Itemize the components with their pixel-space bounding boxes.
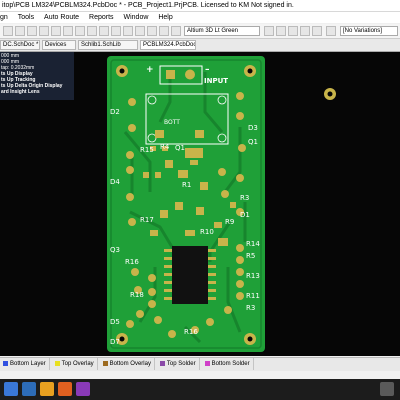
batt-pad-2[interactable] (195, 130, 204, 138)
input-pad-1[interactable] (166, 70, 175, 79)
silk-d4: D4 (110, 178, 120, 186)
silk-d5: D5 (110, 318, 120, 326)
notification-icon[interactable] (380, 382, 394, 396)
silk-r10: R10 (200, 228, 214, 236)
silk-batt: BOTT (164, 119, 180, 126)
silk-r17: R17 (140, 216, 154, 224)
layer-tabs: Bottom Layer Top Overlay Bottom Overlay … (0, 357, 400, 371)
menu-tools[interactable]: Tools (14, 12, 38, 23)
silk-r16: R16 (184, 328, 198, 336)
silk-minus: – (205, 65, 210, 75)
silk-r1: R1 (182, 181, 191, 189)
silk-d2: D2 (110, 108, 120, 116)
silk-r14: R14 (246, 240, 260, 248)
cross-probe-icon[interactable] (171, 26, 181, 36)
tab-schlib1[interactable]: Schlib1.SchLib (78, 40, 138, 50)
folder-icon[interactable] (40, 382, 54, 396)
silk-d1: D1 (240, 211, 250, 219)
menu-auto-route[interactable]: Auto Route (40, 12, 83, 23)
layer-swatch-top-overlay (54, 360, 60, 366)
silk-r11: R11 (246, 292, 260, 300)
tab-devices[interactable]: Devices (42, 40, 76, 50)
deselect-icon[interactable] (147, 26, 157, 36)
silk-r4: R4 (160, 143, 170, 151)
silk-r5: R5 (246, 252, 255, 260)
silk-r18: R18 (130, 291, 144, 299)
layer-tab-bottom-overlay[interactable]: Bottom Overlay (100, 358, 155, 370)
os-taskbar (0, 379, 400, 400)
silk-r9: R9 (225, 218, 234, 226)
silk-q1-top: Q1 (248, 138, 258, 146)
menu-design[interactable]: gn (0, 12, 12, 23)
batt-pad-1[interactable] (155, 130, 164, 138)
undo-icon[interactable] (276, 26, 286, 36)
move-icon[interactable] (135, 26, 145, 36)
silk-r16-left: R16 (125, 258, 139, 266)
grid-icon[interactable] (264, 26, 274, 36)
input-pad-2[interactable] (185, 69, 195, 80)
clear-filter-icon[interactable] (159, 26, 169, 36)
print-icon[interactable] (39, 26, 49, 36)
layer-tab-bottom-layer[interactable]: Bottom Layer (0, 358, 50, 370)
layer-swatch-bottom-overlay (102, 360, 108, 366)
menu-bar: gn Tools Auto Route Reports Window Help (0, 12, 400, 23)
layer-tab-top-solder[interactable]: Top Solder (157, 358, 200, 370)
project-icon[interactable] (312, 26, 322, 36)
menu-reports[interactable]: Reports (85, 12, 118, 23)
silk-r3: R3 (240, 194, 249, 202)
zoom-area-icon[interactable] (63, 26, 73, 36)
document-tabs: DC.SchDoc * Devices Schlib1.SchLib PCBLM… (0, 39, 400, 52)
tab-pcblm324[interactable]: PCBLM324.PcbDoc * (140, 40, 196, 50)
silk-r13: R13 (246, 272, 260, 280)
copy-icon[interactable] (99, 26, 109, 36)
menu-help[interactable]: Help (154, 12, 176, 23)
zoom-selection-icon[interactable] (75, 26, 85, 36)
compile-icon[interactable] (300, 26, 310, 36)
layer-tab-bottom-solder[interactable]: Bottom Solder (202, 358, 254, 370)
tab-dc-schdoc[interactable]: DC.SchDoc * (0, 40, 40, 50)
start-icon[interactable] (4, 382, 18, 396)
ic-lm324[interactable] (172, 246, 208, 304)
layer-swatch-top-solder (159, 360, 165, 366)
zoom-fit-icon[interactable] (51, 26, 61, 36)
variant-select[interactable]: [No Variations] (340, 26, 398, 36)
title-bar: itop\PCB LM324\PCBLM324.PcbDoc * - PCB_P… (0, 0, 400, 12)
browser-icon[interactable] (58, 382, 72, 396)
layer-tab-top-overlay[interactable]: Top Overlay (52, 358, 98, 370)
open-icon[interactable] (15, 26, 25, 36)
app-icon[interactable] (76, 382, 90, 396)
file-explorer-icon[interactable] (22, 382, 36, 396)
variant-icon[interactable] (326, 26, 336, 36)
redo-icon[interactable] (288, 26, 298, 36)
silk-d3: D3 (248, 124, 258, 132)
pcb-canvas[interactable]: + – INPUT BOTT D2 D3 Q1 R15 R4 Q1 D4 R1 … (0, 52, 400, 356)
layer-swatch-bottom-layer (3, 360, 8, 366)
hud-shortcut-insight: ard Insight Lens (1, 89, 40, 95)
paste-icon[interactable] (111, 26, 121, 36)
cut-icon[interactable] (87, 26, 97, 36)
silk-r15: R15 (140, 146, 154, 154)
silk-input: INPUT (204, 77, 228, 85)
select-icon[interactable] (123, 26, 133, 36)
silk-r3-bottom: R3 (246, 304, 255, 312)
layer-swatch-bottom-solder (204, 360, 210, 366)
save-icon[interactable] (27, 26, 37, 36)
toolbar: Altium 3D Lt Green [No Variations] (0, 24, 400, 39)
silk-q3: Q3 (110, 246, 120, 254)
window-title: itop\PCB LM324\PCBLM324.PcbDoc * - PCB_P… (2, 2, 294, 9)
silk-d7: D7 (110, 338, 120, 346)
heads-up-display: 000 mm 000 mm tap: 0.2032mm ts Up Displa… (0, 52, 74, 100)
view-configuration-select[interactable]: Altium 3D Lt Green (184, 26, 260, 36)
menu-window[interactable]: Window (120, 12, 153, 23)
silk-plus: + (146, 65, 154, 75)
silk-q1: Q1 (175, 144, 185, 152)
new-icon[interactable] (3, 26, 13, 36)
